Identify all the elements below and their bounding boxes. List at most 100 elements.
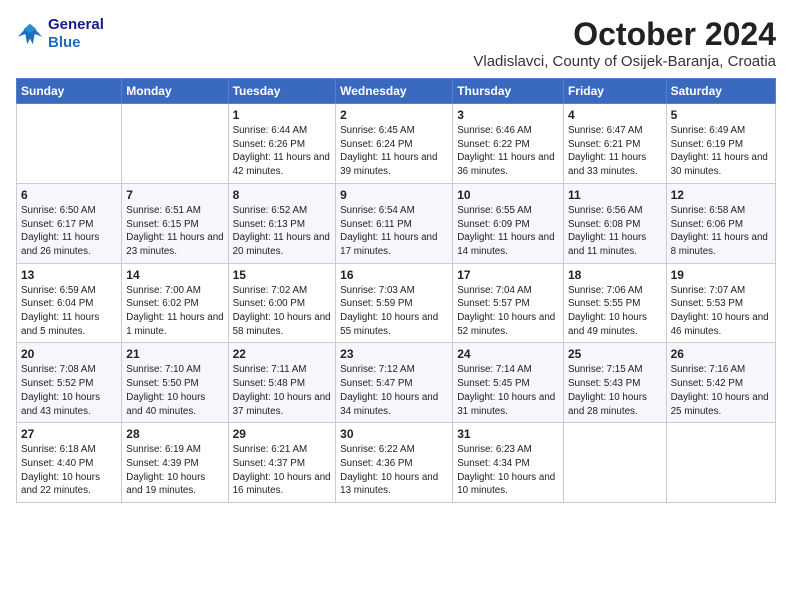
calendar-cell bbox=[666, 423, 775, 503]
calendar-cell: 20Sunrise: 7:08 AMSunset: 5:52 PMDayligh… bbox=[17, 343, 122, 423]
calendar-cell: 4 Sunrise: 6:47 AMSunset: 6:21 PMDaylight… bbox=[563, 104, 666, 184]
day-number: 7 bbox=[126, 188, 223, 202]
calendar-table: SundayMondayTuesdayWednesdayThursdayFrid… bbox=[16, 78, 776, 503]
calendar-cell: 27 Sunrise: 6:18 AMSunset: 4:40 PMDayligh… bbox=[17, 423, 122, 503]
calendar-cell bbox=[17, 104, 122, 184]
day-number: 24 bbox=[457, 347, 559, 361]
day-number: 16 bbox=[340, 268, 448, 282]
weekday-header-row: SundayMondayTuesdayWednesdayThursdayFrid… bbox=[17, 79, 776, 104]
calendar-cell: 7Sunrise: 6:51 AMSunset: 6:15 PMDaylight… bbox=[122, 183, 228, 263]
calendar-cell: 9 Sunrise: 6:54 AMSunset: 6:11 PMDaylight… bbox=[336, 183, 453, 263]
calendar-cell: 12 Sunrise: 6:58 AMSunset: 6:06 PMDayligh… bbox=[666, 183, 775, 263]
day-number: 10 bbox=[457, 188, 559, 202]
day-info: Sunrise: 6:52 AMSunset: 6:13 PMDaylight:… bbox=[233, 204, 332, 259]
day-number: 1 bbox=[233, 108, 332, 122]
day-number: 9 bbox=[340, 188, 448, 202]
header: General Blue October 2024 Vladislavci, C… bbox=[16, 16, 776, 70]
day-info: Sunrise: 6:21 AMSunset: 4:37 PMDaylight:… bbox=[233, 443, 332, 498]
logo-text: General Blue bbox=[48, 16, 104, 52]
day-info: Sunrise: 6:49 AMSunset: 6:19 PMDaylight:… bbox=[671, 124, 771, 179]
logo-icon bbox=[16, 20, 44, 48]
day-info: Sunrise: 7:07 AMSunset: 5:53 PMDaylight:… bbox=[671, 284, 771, 339]
day-number: 6 bbox=[21, 188, 117, 202]
calendar-cell: 16 Sunrise: 7:03 AMSunset: 5:59 PMDayligh… bbox=[336, 263, 453, 343]
day-info: Sunrise: 6:50 AMSunset: 6:17 PMDaylight:… bbox=[21, 204, 117, 259]
calendar-cell: 17Sunrise: 7:04 AMSunset: 5:57 PMDayligh… bbox=[453, 263, 564, 343]
day-number: 13 bbox=[21, 268, 117, 282]
calendar-cell: 3Sunrise: 6:46 AMSunset: 6:22 PMDaylight… bbox=[453, 104, 564, 184]
day-info: Sunrise: 7:10 AMSunset: 5:50 PMDaylight:… bbox=[126, 363, 223, 418]
day-info: Sunrise: 6:58 AMSunset: 6:06 PMDaylight:… bbox=[671, 204, 771, 259]
day-info: Sunrise: 7:12 AMSunset: 5:47 PMDaylight:… bbox=[340, 363, 448, 418]
day-info: Sunrise: 6:19 AMSunset: 4:39 PMDaylight:… bbox=[126, 443, 223, 498]
calendar-cell: 8 Sunrise: 6:52 AMSunset: 6:13 PMDaylight… bbox=[228, 183, 336, 263]
day-number: 14 bbox=[126, 268, 223, 282]
day-info: Sunrise: 7:04 AMSunset: 5:57 PMDaylight:… bbox=[457, 284, 559, 339]
day-number: 19 bbox=[671, 268, 771, 282]
weekday-header: Tuesday bbox=[228, 79, 336, 104]
day-info: Sunrise: 6:44 AMSunset: 6:26 PMDaylight:… bbox=[233, 124, 332, 179]
day-info: Sunrise: 7:14 AMSunset: 5:45 PMDaylight:… bbox=[457, 363, 559, 418]
calendar-cell: 13 Sunrise: 6:59 AMSunset: 6:04 PMDayligh… bbox=[17, 263, 122, 343]
day-info: Sunrise: 6:54 AMSunset: 6:11 PMDaylight:… bbox=[340, 204, 448, 259]
calendar-week-row: 20Sunrise: 7:08 AMSunset: 5:52 PMDayligh… bbox=[17, 343, 776, 423]
day-number: 2 bbox=[340, 108, 448, 122]
day-info: Sunrise: 7:16 AMSunset: 5:42 PMDaylight:… bbox=[671, 363, 771, 418]
logo: General Blue bbox=[16, 16, 104, 52]
day-number: 15 bbox=[233, 268, 332, 282]
day-number: 11 bbox=[568, 188, 662, 202]
weekday-header: Wednesday bbox=[336, 79, 453, 104]
weekday-header: Monday bbox=[122, 79, 228, 104]
calendar-cell: 15Sunrise: 7:02 AMSunset: 6:00 PMDayligh… bbox=[228, 263, 336, 343]
day-number: 21 bbox=[126, 347, 223, 361]
day-info: Sunrise: 6:47 AMSunset: 6:21 PMDaylight:… bbox=[568, 124, 662, 179]
calendar-cell bbox=[122, 104, 228, 184]
day-number: 5 bbox=[671, 108, 771, 122]
calendar-cell: 2Sunrise: 6:45 AMSunset: 6:24 PMDaylight… bbox=[336, 104, 453, 184]
day-number: 29 bbox=[233, 427, 332, 441]
day-info: Sunrise: 7:11 AMSunset: 5:48 PMDaylight:… bbox=[233, 363, 332, 418]
day-number: 25 bbox=[568, 347, 662, 361]
weekday-header: Saturday bbox=[666, 79, 775, 104]
calendar-cell: 11 Sunrise: 6:56 AMSunset: 6:08 PMDayligh… bbox=[563, 183, 666, 263]
calendar-cell: 19 Sunrise: 7:07 AMSunset: 5:53 PMDayligh… bbox=[666, 263, 775, 343]
day-number: 20 bbox=[21, 347, 117, 361]
day-info: Sunrise: 6:56 AMSunset: 6:08 PMDaylight:… bbox=[568, 204, 662, 259]
day-number: 3 bbox=[457, 108, 559, 122]
day-number: 18 bbox=[568, 268, 662, 282]
calendar-cell: 1 Sunrise: 6:44 AMSunset: 6:26 PMDaylight… bbox=[228, 104, 336, 184]
day-info: Sunrise: 7:00 AMSunset: 6:02 PMDaylight:… bbox=[126, 284, 223, 339]
calendar-cell: 31Sunrise: 6:23 AMSunset: 4:34 PMDayligh… bbox=[453, 423, 564, 503]
month-title: October 2024 bbox=[473, 16, 776, 53]
day-number: 23 bbox=[340, 347, 448, 361]
calendar-cell: 14 Sunrise: 7:00 AMSunset: 6:02 PMDayligh… bbox=[122, 263, 228, 343]
calendar-week-row: 13 Sunrise: 6:59 AMSunset: 6:04 PMDayligh… bbox=[17, 263, 776, 343]
weekday-header: Friday bbox=[563, 79, 666, 104]
calendar-cell: 25 Sunrise: 7:15 AMSunset: 5:43 PMDayligh… bbox=[563, 343, 666, 423]
calendar-week-row: 6 Sunrise: 6:50 AMSunset: 6:17 PMDaylight… bbox=[17, 183, 776, 263]
day-number: 4 bbox=[568, 108, 662, 122]
day-info: Sunrise: 6:18 AMSunset: 4:40 PMDaylight:… bbox=[21, 443, 117, 498]
calendar-week-row: 27 Sunrise: 6:18 AMSunset: 4:40 PMDayligh… bbox=[17, 423, 776, 503]
day-number: 12 bbox=[671, 188, 771, 202]
title-area: October 2024 Vladislavci, County of Osij… bbox=[473, 16, 776, 70]
calendar-cell: 6 Sunrise: 6:50 AMSunset: 6:17 PMDaylight… bbox=[17, 183, 122, 263]
day-number: 8 bbox=[233, 188, 332, 202]
calendar-cell: 26Sunrise: 7:16 AMSunset: 5:42 PMDayligh… bbox=[666, 343, 775, 423]
calendar-cell: 18 Sunrise: 7:06 AMSunset: 5:55 PMDayligh… bbox=[563, 263, 666, 343]
calendar-cell: 29 Sunrise: 6:21 AMSunset: 4:37 PMDayligh… bbox=[228, 423, 336, 503]
day-info: Sunrise: 6:59 AMSunset: 6:04 PMDaylight:… bbox=[21, 284, 117, 339]
day-number: 28 bbox=[126, 427, 223, 441]
calendar-cell: 28 Sunrise: 6:19 AMSunset: 4:39 PMDayligh… bbox=[122, 423, 228, 503]
day-number: 30 bbox=[340, 427, 448, 441]
day-info: Sunrise: 7:06 AMSunset: 5:55 PMDaylight:… bbox=[568, 284, 662, 339]
calendar-cell: 23 Sunrise: 7:12 AMSunset: 5:47 PMDayligh… bbox=[336, 343, 453, 423]
calendar-cell: 5 Sunrise: 6:49 AMSunset: 6:19 PMDaylight… bbox=[666, 104, 775, 184]
day-number: 22 bbox=[233, 347, 332, 361]
day-number: 31 bbox=[457, 427, 559, 441]
day-number: 27 bbox=[21, 427, 117, 441]
day-info: Sunrise: 7:15 AMSunset: 5:43 PMDaylight:… bbox=[568, 363, 662, 418]
day-info: Sunrise: 7:03 AMSunset: 5:59 PMDaylight:… bbox=[340, 284, 448, 339]
weekday-header: Thursday bbox=[453, 79, 564, 104]
calendar-cell: 22 Sunrise: 7:11 AMSunset: 5:48 PMDayligh… bbox=[228, 343, 336, 423]
